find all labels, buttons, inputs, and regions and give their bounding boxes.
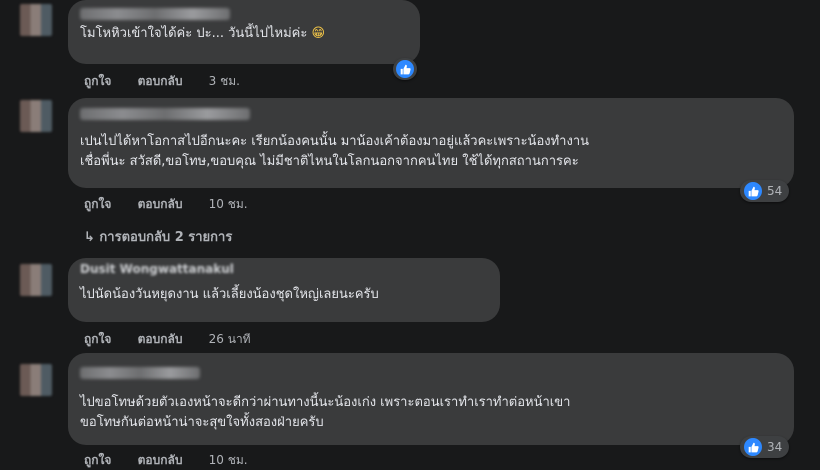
avatar[interactable] xyxy=(20,4,52,36)
comment-time[interactable]: 10 ชม. xyxy=(209,453,248,467)
comment-time[interactable]: 10 ชม. xyxy=(209,197,248,211)
comment-text-line: เชื่อพี่นะ สวัสดี,ขอโทษ,ขอบคุณ ไม่มีชาติ… xyxy=(80,154,579,169)
like-thumb-icon xyxy=(395,59,415,79)
avatar[interactable] xyxy=(20,264,52,296)
comment-actions: ถูกใจ ตอบกลับ 26 นาที xyxy=(84,330,273,349)
avatar[interactable] xyxy=(20,364,52,396)
commenter-name[interactable]: Dusit Wongwattanakul xyxy=(80,262,488,276)
comment-text: ไปนัดน้องวันหยุดงาน แล้วเลี้ยงน้องชุดใหญ… xyxy=(80,287,379,302)
like-link[interactable]: ถูกใจ xyxy=(84,197,111,211)
like-link[interactable]: ถูกใจ xyxy=(84,332,111,346)
commenter-name[interactable] xyxy=(80,8,230,20)
comment-text: โมโหหิวเข้าใจได้ค่ะ ปะ... วันนี้ไปไหม่ค่… xyxy=(80,26,308,41)
like-thumb-icon xyxy=(743,437,763,457)
comment-actions: ถูกใจ ตอบกลับ 10 ชม. xyxy=(84,451,270,470)
reaction-count: 34 xyxy=(767,440,783,454)
reply-link[interactable]: ตอบกลับ xyxy=(138,197,183,211)
comment-text-line: ขอโทษกันต่อหน้าน่าจะสุขใจทั้งสองฝ่ายครับ xyxy=(80,415,324,430)
comment-bubble: โมโหหิวเข้าใจได้ค่ะ ปะ... วันนี้ไปไหม่ค่… xyxy=(68,0,420,64)
reaction-badge[interactable]: 54 xyxy=(740,180,790,202)
commenter-name[interactable] xyxy=(80,367,200,379)
grinning-emoji: 😁 xyxy=(311,26,326,41)
comment-text-line: เปนไปได้หาโอกาสไปอีกนะคะ เรียกน้องคนนั้น… xyxy=(80,134,589,149)
commenter-name[interactable] xyxy=(80,108,250,120)
reply-link[interactable]: ตอบกลับ xyxy=(138,74,183,88)
reply-link[interactable]: ตอบกลับ xyxy=(138,453,183,467)
reply-link[interactable]: ตอบกลับ xyxy=(138,332,183,346)
avatar[interactable] xyxy=(20,100,52,132)
comment-text-line: ไปขอโทษด้วยตัวเองหน้าจะดีกว่าผ่านทางนี้น… xyxy=(80,395,571,410)
reaction-count: 54 xyxy=(767,184,783,198)
comment-bubble: ไปขอโทษด้วยตัวเองหน้าจะดีกว่าผ่านทางนี้น… xyxy=(68,353,794,445)
comment-actions: ถูกใจ ตอบกลับ 3 ชม. xyxy=(84,72,262,91)
comment-bubble: Dusit Wongwattanakul ไปนัดน้องวันหยุดงาน… xyxy=(68,258,500,322)
like-link[interactable]: ถูกใจ xyxy=(84,453,111,467)
comment-bubble: เปนไปได้หาโอกาสไปอีกนะคะ เรียกน้องคนนั้น… xyxy=(68,98,794,188)
reaction-badge[interactable]: 34 xyxy=(740,436,790,458)
like-thumb-icon xyxy=(743,181,763,201)
reaction-badge[interactable] xyxy=(393,58,417,80)
comment-time[interactable]: 3 ชม. xyxy=(209,74,240,88)
like-link[interactable]: ถูกใจ xyxy=(84,74,111,88)
comment-time[interactable]: 26 นาที xyxy=(209,332,251,346)
view-replies-link[interactable]: ↳ การตอบกลับ 2 รายการ xyxy=(84,226,232,247)
comment-actions: ถูกใจ ตอบกลับ 10 ชม. xyxy=(84,195,270,214)
